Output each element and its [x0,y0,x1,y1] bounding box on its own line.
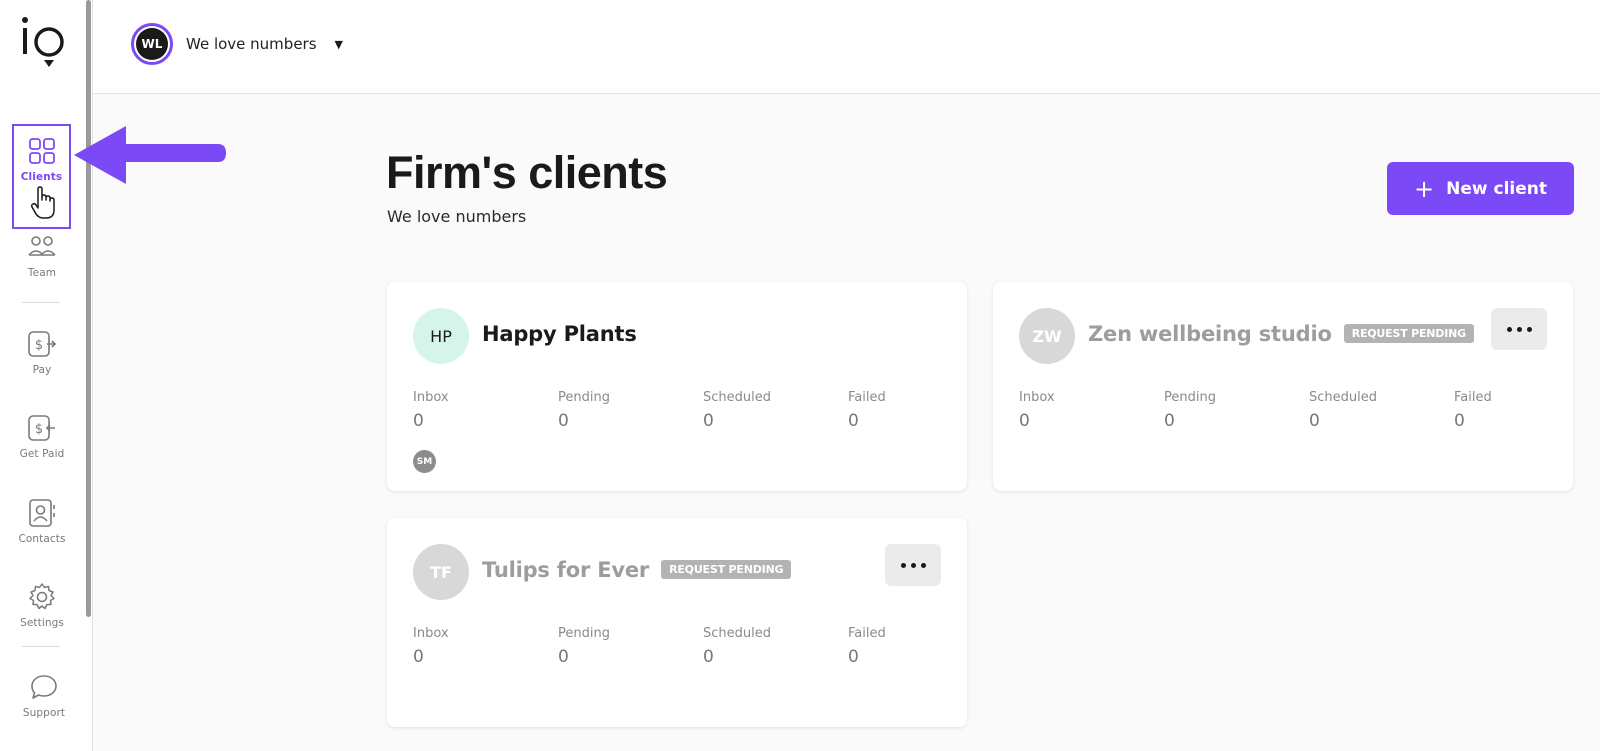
sidebar-item-label: Contacts [18,533,66,545]
dot-icon [920,562,926,568]
svg-text:$: $ [35,338,43,353]
sidebar-item-label: Team [27,267,57,279]
new-client-button[interactable]: + New client [1387,162,1574,215]
stat-inbox: Inbox 0 [413,390,449,431]
client-name: Tulips for Ever [482,558,650,582]
annotation-arrow-icon [74,126,226,184]
sidebar-item-support[interactable]: Support [10,660,78,736]
sidebar-item-pay[interactable]: $ Pay [8,317,76,393]
firm-name: We love numbers [186,35,317,53]
firm-switcher[interactable]: WL We love numbers ▼ [131,23,343,65]
stat-pending: Pending 0 [1164,390,1216,431]
page-subtitle: We love numbers [387,207,527,226]
sidebar: Clients Team $ Pay $ Get Paid Contacts S… [0,0,93,751]
gear-icon [29,583,55,610]
dot-icon [1526,326,1532,332]
stat-failed: Failed 0 [848,626,886,667]
client-stats: Inbox 0 Pending 0 Scheduled 0 Failed 0 [413,626,993,667]
stat-pending: Pending 0 [558,390,610,431]
sidebar-item-get-paid[interactable]: $ Get Paid [8,401,76,477]
client-avatar: HP [413,308,469,364]
client-card-tulips-for-ever[interactable]: TF Tulips for Ever REQUEST PENDING Inbox … [387,518,967,727]
team-icon [28,236,56,256]
stat-failed: Failed 0 [1454,390,1492,431]
client-stats: Inbox 0 Pending 0 Scheduled 0 Failed 0 [1019,390,1599,431]
sidebar-scrollbar[interactable] [86,0,91,617]
plus-icon: + [1414,174,1435,203]
firm-avatar-initials: WL [136,28,168,60]
more-options-button[interactable] [885,544,941,586]
sidebar-divider [22,302,60,303]
more-options-button[interactable] [1491,308,1547,350]
contacts-icon [29,499,55,527]
dot-icon [1516,326,1522,332]
svg-text:$: $ [35,422,43,437]
firm-avatar: WL [131,23,173,65]
stat-scheduled: Scheduled 0 [1309,390,1377,431]
sidebar-divider [22,646,60,647]
caret-down-icon: ▼ [334,37,343,51]
client-name-row: Zen wellbeing studio REQUEST PENDING [1088,322,1474,346]
sidebar-item-label: Support [22,707,66,719]
client-avatar: ZW [1019,308,1075,364]
top-bar: WL We love numbers ▼ [93,0,1600,94]
sidebar-item-label: Clients [20,171,63,183]
stat-scheduled: Scheduled 0 [703,626,771,667]
chat-bubble-icon [31,675,57,699]
client-card-happy-plants[interactable]: HP Happy Plants Inbox 0 Pending 0 Schedu… [387,282,967,491]
sidebar-item-label: Get Paid [19,448,65,460]
client-name: Zen wellbeing studio [1088,322,1332,346]
request-pending-badge: REQUEST PENDING [1343,323,1474,343]
sidebar-item-label: Settings [20,617,64,629]
client-avatar: TF [413,544,469,600]
new-client-label: New client [1446,178,1547,199]
request-pending-badge: REQUEST PENDING [661,559,792,579]
sidebar-item-label: Pay [32,364,52,376]
client-name[interactable]: Happy Plants [482,322,637,346]
page-title: Firm's clients [386,147,668,198]
dot-icon [1506,326,1512,332]
member-avatar[interactable]: SM [413,450,436,473]
client-stats: Inbox 0 Pending 0 Scheduled 0 Failed 0 [413,390,993,431]
dot-icon [910,562,916,568]
io-logo[interactable] [16,14,72,74]
dot-icon [900,562,906,568]
client-card-zen-wellbeing-studio[interactable]: ZW Zen wellbeing studio REQUEST PENDING I… [993,282,1573,491]
stat-pending: Pending 0 [558,626,610,667]
stat-scheduled: Scheduled 0 [703,390,771,431]
stat-inbox: Inbox 0 [1019,390,1055,431]
grid-icon [28,138,55,164]
sidebar-item-team[interactable]: Team [8,220,76,296]
client-name-row: Tulips for Ever REQUEST PENDING [482,558,792,582]
stat-inbox: Inbox 0 [413,626,449,667]
stat-failed: Failed 0 [848,390,886,431]
pay-icon: $ [28,331,57,357]
get-paid-icon: $ [28,415,55,441]
sidebar-item-settings[interactable]: Settings [8,570,76,646]
hand-cursor-icon [30,186,55,219]
sidebar-item-contacts[interactable]: Contacts [8,486,76,562]
